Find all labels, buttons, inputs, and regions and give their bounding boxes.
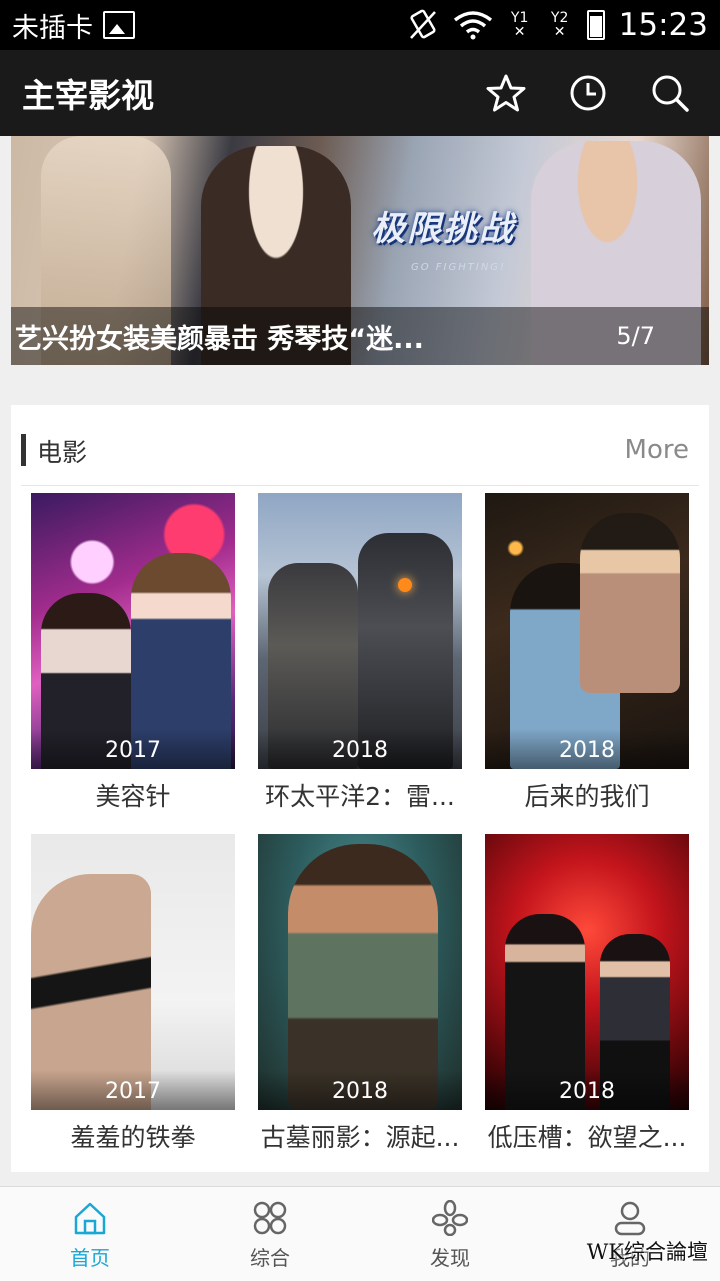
clock: 15:23 [618,7,708,43]
tab-general[interactable]: 综合 [180,1187,360,1281]
history-clock-icon [570,75,606,111]
banner-page-indicator: 5/7 [616,322,655,350]
movie-year: 2017 [31,1070,235,1110]
tab-label: 综合 [250,1245,290,1270]
banner-show-logo: 极限挑战 [371,209,515,249]
discover-icon [432,1199,468,1236]
watermark: WK综合論壇 [586,1240,708,1264]
section-title: 电影 [37,438,88,467]
app-bar-actions [478,65,698,121]
movie-title: 后来的我们 [524,782,650,811]
status-bar: 未插卡 Y1 ✕ Y2 ✕ 15:23 [0,0,720,50]
movie-year: 2018 [258,1070,462,1110]
tab-label: 首页 [70,1245,110,1270]
search-button[interactable] [642,65,698,121]
status-right: Y1 ✕ Y2 ✕ 15:23 [407,7,708,43]
movie-poster: 2018 [485,834,689,1110]
movie-item[interactable]: 2018 环太平洋2：雷... [258,493,462,813]
movie-poster: 2018 [258,493,462,769]
tab-discover[interactable]: 发现 [360,1187,540,1281]
history-button[interactable] [560,65,616,121]
movie-title: 环太平洋2：雷... [265,782,455,811]
star-icon [486,74,526,112]
image-notification-icon [103,11,135,39]
movie-item[interactable]: 2018 后来的我们 [485,493,689,813]
search-icon [652,75,689,112]
movie-title: 羞羞的铁拳 [70,1123,196,1152]
movie-year: 2018 [485,729,689,769]
movie-item[interactable]: 2017 美容针 [31,493,235,813]
tab-label: 发现 [430,1245,470,1270]
movie-poster: 2018 [485,493,689,769]
section-accent-bar [21,434,26,466]
app-bar: 主宰影视 [0,50,720,136]
movie-year: 2018 [258,729,462,769]
app-title: 主宰影视 [22,76,154,115]
banner-show-logo-sub: GO FIGHTING! [411,262,507,273]
no-signal-icon: ✕ [513,24,526,40]
movie-year: 2017 [31,729,235,769]
movie-item[interactable]: 2018 古墓丽影：源起... [258,834,462,1154]
tab-home[interactable]: 首页 [0,1187,180,1281]
section-header: 电影 More [21,429,699,486]
grid-icon [253,1201,287,1234]
movie-poster: 2018 [258,834,462,1110]
movie-item[interactable]: 2017 羞羞的铁拳 [31,834,235,1154]
sim2-signal: Y2 ✕ [547,11,573,39]
sim2-label: Y2 [550,10,569,26]
battery-icon [586,10,605,40]
movie-title: 低压槽：欲望之... [487,1123,687,1152]
banner-caption: 艺兴扮女装美颜暴击 秀琴技“迷... [15,323,424,355]
tab-mine[interactable]: 我的 [540,1187,720,1281]
favorites-button[interactable] [478,65,534,121]
user-icon [614,1201,646,1235]
bottom-navigation: 首页 综合 发现 我的 [0,1186,720,1281]
movie-year: 2018 [485,1070,689,1110]
banner-caption-bar: 艺兴扮女装美颜暴击 秀琴技“迷... 5/7 [11,307,709,365]
movie-poster: 2017 [31,493,235,769]
poster-figure [580,513,680,693]
movie-poster: 2017 [31,834,235,1110]
wifi-icon [453,11,492,40]
movie-item[interactable]: 2018 低压槽：欲望之... [485,834,689,1154]
banner-carousel[interactable]: 极限挑战 GO FIGHTING! 艺兴扮女装美颜暴击 秀琴技“迷... 5/7 [11,136,709,365]
sim1-signal: Y1 ✕ [507,11,533,39]
carrier-label: 未插卡 [12,12,93,44]
no-signal-icon: ✕ [553,24,566,40]
sim1-label: Y1 [510,10,529,26]
movie-title: 古墓丽影：源起... [260,1123,460,1152]
home-icon [74,1202,106,1234]
vibrate-icon [409,9,436,39]
movie-section: 电影 More 2017 美容针 2018 环太平洋2：雷... 2018 后来… [11,405,709,1172]
movie-title: 美容针 [95,782,171,811]
poster-figure [398,578,412,592]
more-link[interactable]: More [625,435,689,465]
